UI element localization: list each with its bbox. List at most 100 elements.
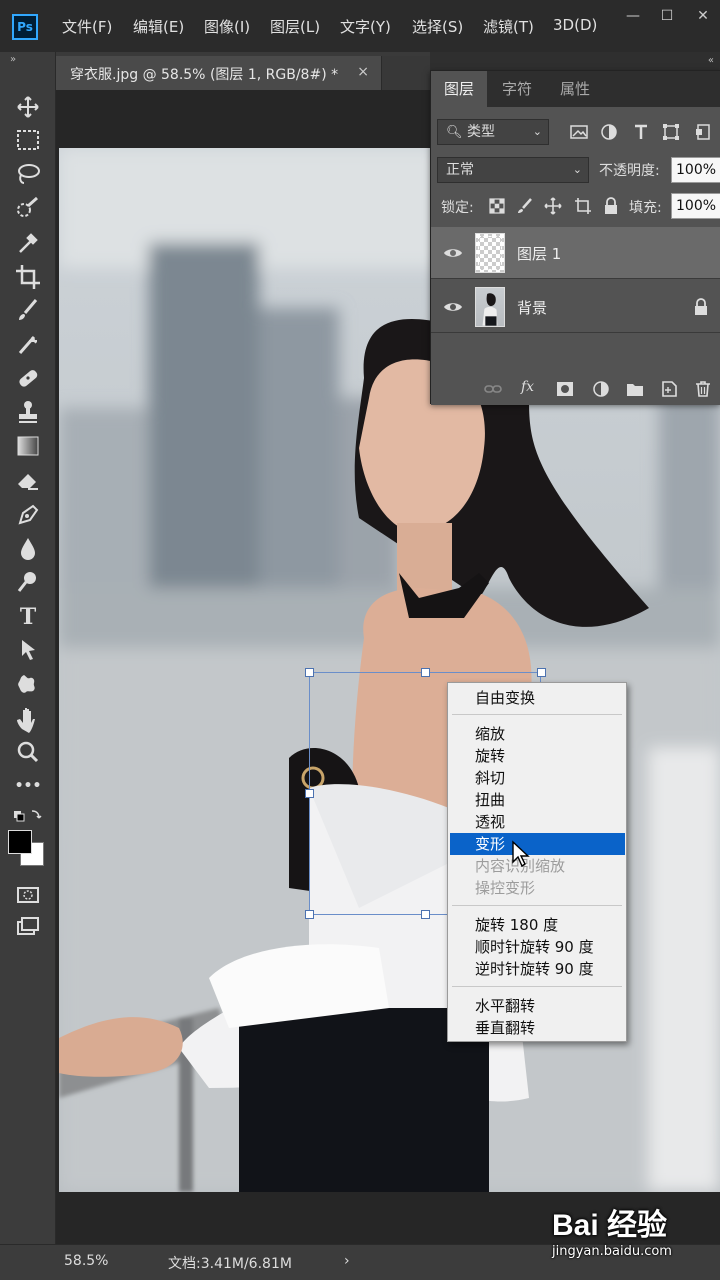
shape-filter-icon[interactable] — [661, 122, 681, 142]
menu-item-scale[interactable]: 缩放 — [450, 723, 625, 745]
transform-handle-bottom-left[interactable] — [305, 910, 314, 919]
quick-selection-tool-icon[interactable] — [12, 193, 44, 223]
document-tab[interactable]: 穿衣服.jpg @ 58.5% (图层 1, RGB/8#) * × — [56, 56, 382, 90]
layer-filter-select[interactable]: 🔍︎ 类型 ⌄ — [437, 119, 549, 145]
patch-tool-icon[interactable] — [12, 363, 44, 393]
pen-tool-icon[interactable] — [12, 499, 44, 529]
layer-locked-icon — [691, 297, 711, 317]
hand-tool-icon[interactable] — [12, 703, 44, 733]
menu-item-rotate-180[interactable]: 旋转 180 度 — [450, 914, 625, 936]
menu-item-puppet-warp: 操控变形 — [475, 879, 536, 897]
pixel-filter-icon[interactable] — [569, 122, 589, 142]
menu-item-distort[interactable]: 扭曲 — [450, 789, 625, 811]
crop-tool-icon[interactable] — [12, 261, 44, 291]
menu-select[interactable]: 选择(S) — [412, 16, 463, 37]
menu-item-warp[interactable]: 变形 — [450, 833, 625, 855]
menu-item-skew[interactable]: 斜切 — [450, 767, 625, 789]
foreground-color-swatch[interactable] — [8, 830, 32, 854]
tab-properties[interactable]: 属性 — [547, 71, 603, 107]
menu-item-perspective[interactable]: 透视 — [450, 811, 625, 833]
lock-transparent-pixels-icon[interactable] — [487, 196, 507, 216]
blur-tool-icon[interactable] — [12, 533, 44, 563]
lock-artboard-icon[interactable] — [573, 196, 593, 216]
zoom-level[interactable]: 58.5% — [64, 1253, 108, 1269]
gradient-tool-icon[interactable] — [12, 431, 44, 461]
blend-mode-value: 正常 — [446, 162, 474, 178]
eyedropper-tool-icon[interactable] — [12, 227, 44, 257]
layer-row[interactable]: 图层 1 — [431, 227, 720, 279]
menu-item-content-aware-scale: 内容识别缩放 — [475, 857, 566, 875]
menu-layer[interactable]: 图层(L) — [270, 16, 320, 37]
menu-item-free-transform[interactable]: 自由变换 — [450, 687, 625, 709]
status-menu-arrow-icon[interactable]: › — [344, 1253, 350, 1269]
layer-thumbnail — [475, 287, 505, 327]
lock-image-pixels-icon[interactable] — [515, 196, 535, 216]
toolbox-collapse-icon[interactable]: » — [10, 54, 16, 65]
shape-tool-icon[interactable] — [12, 669, 44, 699]
new-group-folder-icon[interactable] — [625, 379, 645, 399]
tab-character[interactable]: 字符 — [489, 71, 545, 107]
stamp-tool-icon[interactable] — [12, 397, 44, 427]
swap-colors-icon[interactable] — [12, 802, 44, 826]
transform-handle-bottom-middle[interactable] — [421, 910, 430, 919]
menu-3d[interactable]: 3D(D) — [553, 16, 597, 34]
opacity-input[interactable]: 100% — [671, 157, 720, 183]
delete-layer-trash-icon[interactable] — [693, 379, 713, 399]
healing-tool-icon[interactable] — [12, 329, 44, 359]
document-tab-bar — [382, 56, 430, 90]
layer-style-fx-icon[interactable]: fx — [521, 379, 534, 395]
transform-handle-top-right[interactable] — [537, 668, 546, 677]
more-tools-icon[interactable]: ••• — [12, 771, 44, 801]
marquee-tool-icon[interactable] — [12, 125, 44, 155]
visibility-eye-icon[interactable] — [443, 245, 463, 261]
dodge-tool-icon[interactable] — [12, 567, 44, 597]
menu-file[interactable]: 文件(F) — [62, 16, 112, 37]
quick-mask-icon[interactable] — [12, 880, 44, 910]
new-adjustment-layer-icon[interactable] — [591, 379, 611, 399]
menu-type[interactable]: 文字(Y) — [340, 16, 391, 37]
layers-panel-body: 🔍︎ 类型 ⌄ 正常 ⌄ 不透明度: 100% 锁定: 填充: 100% 图层 … — [431, 107, 720, 405]
menu-filter[interactable]: 滤镜(T) — [483, 16, 534, 37]
eraser-tool-icon[interactable] — [12, 465, 44, 495]
brush-tool-icon[interactable] — [12, 295, 44, 325]
smart-object-filter-icon[interactable] — [693, 122, 713, 142]
opacity-label: 不透明度: — [599, 163, 660, 179]
menu-separator — [452, 714, 622, 715]
blend-mode-select[interactable]: 正常 ⌄ — [437, 157, 589, 183]
type-tool-icon[interactable]: T — [12, 601, 44, 631]
transform-handle-top-left[interactable] — [305, 668, 314, 677]
close-window-button[interactable]: ✕ — [692, 8, 714, 28]
tab-layers[interactable]: 图层 — [431, 71, 488, 107]
menu-item-flip-vertical[interactable]: 垂直翻转 — [450, 1017, 625, 1039]
screen-mode-icon[interactable] — [12, 912, 44, 942]
document-tab-close-icon[interactable]: × — [357, 64, 369, 80]
adjustment-filter-icon[interactable] — [599, 122, 619, 142]
toolbox: » T ••• — [0, 52, 56, 1244]
minimize-button[interactable]: — — [622, 8, 644, 28]
path-selection-tool-icon[interactable] — [12, 635, 44, 665]
panel-collapse-icon[interactable]: « — [708, 55, 714, 66]
move-tool-icon[interactable] — [12, 92, 44, 122]
baidu-jingyan-watermark: Bai 经验 jingyan.baidu.com — [552, 1200, 720, 1264]
menu-image[interactable]: 图像(I) — [204, 16, 250, 37]
link-layers-icon[interactable] — [483, 379, 503, 399]
lock-position-icon[interactable] — [543, 196, 563, 216]
lock-all-icon[interactable] — [601, 196, 621, 216]
type-filter-icon[interactable] — [631, 122, 651, 142]
menu-edit[interactable]: 编辑(E) — [133, 16, 184, 37]
new-layer-icon[interactable] — [659, 379, 679, 399]
add-mask-icon[interactable] — [555, 379, 575, 399]
document-size-info: 文档:3.41M/6.81M — [168, 1256, 292, 1272]
lasso-tool-icon[interactable] — [12, 159, 44, 189]
zoom-tool-icon[interactable] — [12, 737, 44, 767]
transform-handle-top-middle[interactable] — [421, 668, 430, 677]
layer-row[interactable]: 背景 — [431, 281, 720, 333]
fill-input[interactable]: 100% — [671, 193, 720, 219]
maximize-button[interactable]: ☐ — [656, 8, 678, 28]
transform-handle-middle-left[interactable] — [305, 789, 314, 798]
menu-item-flip-horizontal[interactable]: 水平翻转 — [450, 995, 625, 1017]
menu-item-rotate-90-ccw[interactable]: 逆时针旋转 90 度 — [450, 958, 625, 980]
menu-item-rotate-90-cw[interactable]: 顺时针旋转 90 度 — [450, 936, 625, 958]
menu-item-rotate[interactable]: 旋转 — [450, 745, 625, 767]
visibility-eye-icon[interactable] — [443, 299, 463, 315]
